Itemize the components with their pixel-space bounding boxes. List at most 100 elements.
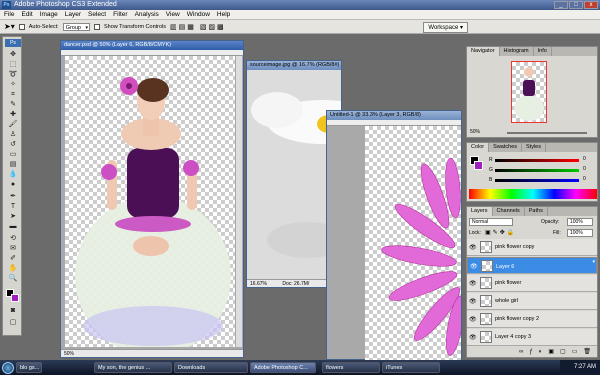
tab-styles[interactable]: Styles xyxy=(522,143,546,152)
magic-wand-icon[interactable]: ✧ xyxy=(5,81,21,89)
eye-icon[interactable]: 👁 xyxy=(470,263,478,271)
type-tool-icon[interactable]: T xyxy=(5,203,21,211)
eyedropper-icon[interactable]: ✐ xyxy=(5,255,21,263)
clone-stamp-icon[interactable]: ♙ xyxy=(5,131,21,139)
marquee-tool-icon[interactable]: ⬚ xyxy=(5,61,21,69)
eraser-tool-icon[interactable]: ▭ xyxy=(5,151,21,159)
canvas-untitled[interactable] xyxy=(365,126,461,360)
tab-color[interactable]: Color xyxy=(467,143,490,152)
history-brush-icon[interactable]: ↺ xyxy=(5,141,21,149)
vertical-scrollbar[interactable] xyxy=(236,56,242,347)
layer-row[interactable]: 👁 pink flower copy 2 xyxy=(467,311,597,328)
canvas-dancer[interactable] xyxy=(65,56,235,356)
tab-info[interactable]: Info xyxy=(534,47,552,56)
layer-buttons[interactable]: ∞ƒ◐▣▢▭🗑 xyxy=(469,348,597,357)
screen-mode-icon[interactable]: ▢ xyxy=(5,319,21,327)
taskbar-item[interactable]: flowers xyxy=(322,362,380,373)
menu-analysis[interactable]: Analysis xyxy=(135,11,159,18)
menu-image[interactable]: Image xyxy=(40,11,58,18)
blend-mode-dropdown[interactable]: Normal xyxy=(469,218,513,226)
gradient-tool-icon[interactable]: ▤ xyxy=(5,161,21,169)
eye-icon[interactable]: 👁 xyxy=(469,298,477,305)
tab-histogram[interactable]: Histogram xyxy=(500,47,534,56)
layer-thumbnail xyxy=(480,295,492,307)
channel-b-slider[interactable] xyxy=(495,179,579,182)
eye-icon[interactable]: 👁 xyxy=(469,244,477,251)
menu-select[interactable]: Select xyxy=(88,11,106,18)
tab-paths[interactable]: Paths xyxy=(525,207,548,216)
taskbar-item[interactable]: My son, the genius ... xyxy=(94,362,172,373)
zoom-tool-icon[interactable]: 🔍 xyxy=(5,275,21,283)
layer-row-selected[interactable]: 👁 Layer 6 xyxy=(467,257,597,274)
healing-brush-icon[interactable]: ✚ xyxy=(5,111,21,119)
hand-tool-icon[interactable]: ✋ xyxy=(5,265,21,273)
dodge-tool-icon[interactable]: ● xyxy=(5,181,21,189)
taskbar-item[interactable]: blo gs... xyxy=(16,362,42,373)
layer-row[interactable]: 👁 whole girl xyxy=(467,293,597,310)
layer-row[interactable]: 👁 pink flower xyxy=(467,275,597,292)
workspace-button[interactable]: Workspace ▾ xyxy=(423,22,468,33)
auto-select-dropdown[interactable]: Group xyxy=(62,22,90,32)
auto-select-checkbox[interactable] xyxy=(18,23,25,30)
taskbar-item[interactable]: Downloads xyxy=(174,362,248,373)
eye-icon[interactable]: 👁 xyxy=(469,334,477,341)
move-tool-icon[interactable]: ✥ xyxy=(5,51,21,59)
tab-layers[interactable]: Layers xyxy=(467,207,493,216)
tab-navigator[interactable]: Navigator xyxy=(467,47,500,56)
eye-icon[interactable]: 👁 xyxy=(469,316,477,323)
lock-icons[interactable]: ▣✎✥🔒 xyxy=(485,229,516,236)
fill-input[interactable]: 100% xyxy=(567,229,593,237)
quick-mask-icon[interactable]: ◙ xyxy=(5,307,21,315)
layer-row[interactable]: 👁 Layer 4 copy 3 xyxy=(467,329,597,346)
close-button[interactable]: x xyxy=(584,1,598,9)
notes-tool-icon[interactable]: ✉ xyxy=(5,245,21,253)
align-icons[interactable]: ▥▤▦ ▧▨▩ xyxy=(170,23,226,31)
start-button[interactable] xyxy=(2,361,14,374)
shape-tool-icon[interactable]: ▬ xyxy=(5,223,21,231)
3d-rotate-icon[interactable]: ⟲ xyxy=(5,235,21,243)
maximize-button[interactable]: □ xyxy=(569,1,583,9)
transform-controls-checkbox[interactable] xyxy=(93,23,100,30)
menu-window[interactable]: Window xyxy=(187,11,210,18)
tab-swatches[interactable]: Swatches xyxy=(489,143,523,152)
eye-icon[interactable]: 👁 xyxy=(469,280,477,287)
layer-row[interactable]: 👁 pink flower copy xyxy=(467,239,597,256)
color-background-swatch[interactable] xyxy=(474,161,483,170)
app-title: Adobe Photoshop CS3 Extended xyxy=(14,1,117,8)
zoom-readout[interactable]: 50% xyxy=(64,351,74,357)
color-spectrum-bar[interactable] xyxy=(469,189,597,199)
path-select-icon[interactable]: ➤ xyxy=(5,213,21,221)
lasso-tool-icon[interactable]: ➰ xyxy=(5,71,21,79)
document-window-dancer[interactable]: dancer.psd @ 50% (Layer 6, RGB/8/CMYK) 5… xyxy=(60,40,244,358)
channel-r-slider[interactable] xyxy=(495,159,579,162)
blur-tool-icon[interactable]: 💧 xyxy=(5,171,21,179)
pen-tool-icon[interactable]: ✒ xyxy=(5,193,21,201)
menu-filter[interactable]: Filter xyxy=(113,11,127,18)
menu-file[interactable]: File xyxy=(4,11,14,18)
channel-b-value[interactable]: 0 xyxy=(583,176,586,182)
navigator-thumbnail[interactable] xyxy=(511,61,547,123)
opacity-input[interactable]: 100% xyxy=(567,218,593,226)
menu-view[interactable]: View xyxy=(166,11,180,18)
channel-g-value[interactable]: 0 xyxy=(583,166,586,172)
document-window-untitled[interactable]: Untitled-1 @ 33.3% (Layer 3, RGB/8) xyxy=(326,110,462,360)
channel-g-slider[interactable] xyxy=(495,169,579,172)
move-tool-icon[interactable]: ➤▾ xyxy=(4,22,15,31)
slice-tool-icon[interactable]: ✎ xyxy=(5,101,21,109)
crop-tool-icon[interactable]: ⌗ xyxy=(5,91,21,99)
menu-edit[interactable]: Edit xyxy=(21,11,32,18)
clock[interactable]: 7:27 AM xyxy=(574,364,596,370)
zoom-readout[interactable]: 16.67% xyxy=(250,281,267,287)
minimize-button[interactable]: _ xyxy=(554,1,568,9)
navigator-zoom[interactable]: 50% xyxy=(470,129,480,135)
navigator-zoom-slider[interactable] xyxy=(507,132,587,134)
brush-tool-icon[interactable]: 🖌 xyxy=(5,121,21,129)
channel-r-value[interactable]: 0 xyxy=(583,156,586,162)
tab-channels[interactable]: Channels xyxy=(493,207,525,216)
taskbar-item-active[interactable]: Adobe Photoshop C... xyxy=(250,362,316,373)
background-color-swatch[interactable] xyxy=(11,294,19,302)
layer-name: Layer 6 xyxy=(496,264,515,270)
menu-help[interactable]: Help xyxy=(217,11,230,18)
taskbar-item[interactable]: iTunes xyxy=(382,362,440,373)
menu-layer[interactable]: Layer xyxy=(65,11,81,18)
